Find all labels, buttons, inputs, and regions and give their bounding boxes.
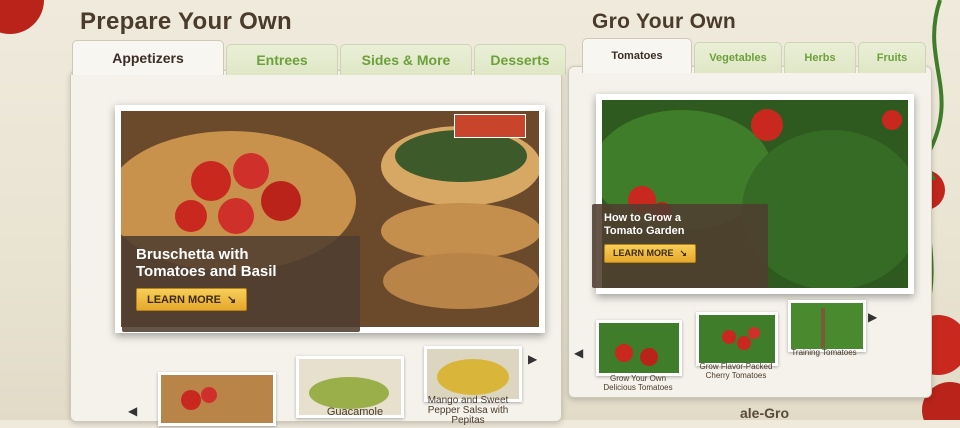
gro-your-own-title: Gro Your Own: [592, 10, 736, 33]
thumb-label-line: Grow Your Own: [609, 374, 667, 383]
americas-logo-badge: [454, 114, 526, 138]
next-arrow-icon[interactable]: ▶: [528, 352, 537, 366]
thumb-mango-salsa[interactable]: [424, 346, 522, 402]
prev-arrow-icon[interactable]: ◀: [128, 404, 137, 418]
learn-more-button-tomato-garden[interactable]: LEARN MORE ↘: [604, 244, 697, 263]
footer-brand-fragment: ale-Gro: [740, 405, 790, 421]
gro-tabs: Tomatoes Vegetables Herbs Fruits: [582, 38, 928, 73]
tab-tomatoes[interactable]: Tomatoes: [582, 38, 692, 73]
prepare-tabs: Appetizers Entrees Sides & More Desserts: [72, 40, 568, 75]
thumb-label-guacamole: Guacamole: [326, 406, 384, 418]
tab-appetizers[interactable]: Appetizers: [72, 40, 224, 75]
thumb-grow-tomatoes[interactable]: [596, 320, 682, 376]
thumb-label-training-tomatoes: Training Tomatoes: [791, 348, 857, 357]
thumb-label-grow-tomatoes: Grow Your Own Delicious Tomatoes: [592, 374, 684, 392]
next-arrow-icon[interactable]: ▶: [868, 310, 877, 324]
learn-more-button-bruschetta[interactable]: LEARN MORE ↘: [136, 288, 248, 311]
arrow-icon: ↘: [679, 248, 688, 258]
tomato-garden-caption: How to Grow a Tomato Garden LEARN MORE ↘: [592, 204, 768, 288]
learn-more-label: LEARN MORE: [147, 294, 221, 306]
tab-fruits[interactable]: Fruits: [858, 42, 926, 73]
thumb-label-line: Pepitas: [451, 415, 485, 426]
bruschetta-caption: Bruschetta with Tomatoes and Basil LEARN…: [122, 236, 360, 332]
tomato-decoration-top-left: [0, 0, 44, 34]
thumb-label-line: Delicious Tomatoes: [603, 383, 673, 392]
prepare-your-own-title: Prepare Your Own: [80, 8, 292, 35]
caption-title-line1: How to Grow a: [604, 212, 681, 224]
tab-desserts[interactable]: Desserts: [474, 44, 566, 75]
thumb-label-line: Grow Flavor-Packed: [699, 362, 773, 371]
caption-title-line2: Tomato Garden: [604, 225, 685, 237]
learn-more-label: LEARN MORE: [613, 248, 674, 258]
tab-herbs[interactable]: Herbs: [784, 42, 856, 73]
thumb-label-cherry-tomatoes: Grow Flavor-Packed Cherry Tomatoes: [690, 362, 782, 380]
thumb-bruschetta[interactable]: [158, 372, 276, 426]
tab-sides-and-more[interactable]: Sides & More: [340, 44, 472, 75]
prev-arrow-icon[interactable]: ◀: [574, 346, 583, 360]
tab-vegetables[interactable]: Vegetables: [694, 42, 782, 73]
caption-title-line1: Bruschetta with: [136, 246, 249, 263]
tab-entrees[interactable]: Entrees: [226, 44, 338, 75]
arrow-icon: ↘: [226, 294, 237, 306]
caption-title-line2: Tomatoes and Basil: [136, 263, 277, 280]
thumb-cherry-tomatoes[interactable]: [696, 312, 778, 366]
thumb-label-mango-salsa: Mango and Sweet Pepper Salsa with Pepita…: [418, 396, 518, 426]
thumb-training-tomatoes[interactable]: [788, 300, 866, 352]
thumb-label-line: Cherry Tomatoes: [705, 371, 767, 380]
